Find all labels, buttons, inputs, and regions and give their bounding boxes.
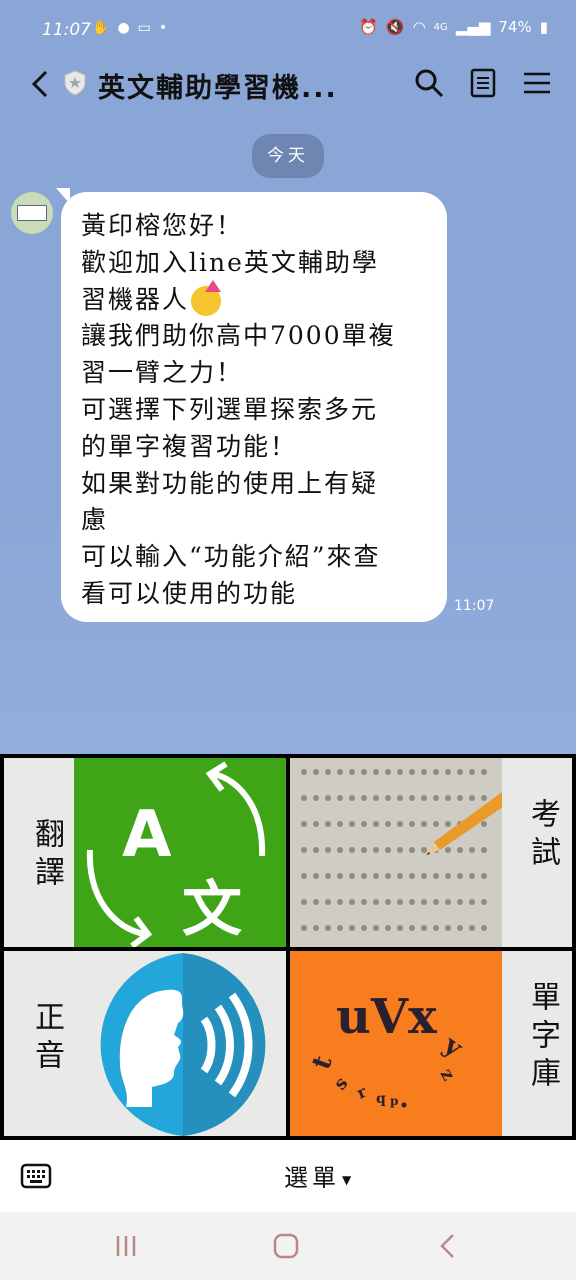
message-line: 如果對功能的使用上有疑 <box>81 468 379 498</box>
message-line: 歡迎加入line英文輔助學 <box>81 247 379 277</box>
chat-area[interactable]: 今天 黃印榕您好！ 歡迎加入line英文輔助學 習機器人 讓我們助你高中7000… <box>0 124 576 754</box>
party-face-emoji-icon <box>191 280 222 317</box>
message-bubble[interactable]: 黃印榕您好！ 歡迎加入line英文輔助學 習機器人 讓我們助你高中7000單複 … <box>61 192 447 622</box>
rich-menu: 翻譯 A 文 考試 正音 uVx y z t s r q p 單字庫 <box>0 754 576 1140</box>
tile-label: 正音 <box>29 1001 64 1077</box>
video-icon: ▭ <box>137 20 151 36</box>
tile-label: 考試 <box>525 798 560 874</box>
line-app-icon: ● <box>117 20 130 36</box>
mute-icon: 🔇 <box>385 18 405 36</box>
chevron-left-icon <box>31 70 48 98</box>
status-time: 11:07 <box>42 20 91 40</box>
battery-icon: ▮ <box>539 18 548 36</box>
menu-bar: 選單 ▼ <box>0 1140 576 1212</box>
svg-text:z: z <box>436 1065 459 1084</box>
search-icon[interactable] <box>412 66 446 100</box>
official-badge-icon <box>64 70 86 96</box>
speaking-head-icon <box>90 953 276 1136</box>
menu-toggle-button[interactable]: 選單 ▼ <box>284 1158 355 1193</box>
svg-text:y: y <box>437 1030 468 1064</box>
hamburger-menu-icon[interactable] <box>520 66 554 100</box>
chat-header: 英文輔助學習機... <box>0 44 576 124</box>
wifi-icon: ◠ <box>412 18 426 36</box>
message-line: 可選擇下列選單探索多元 <box>81 394 379 424</box>
message-line: 黃印榕您好！ <box>81 211 244 240</box>
translate-icon: A 文 <box>74 758 286 947</box>
rich-menu-vocabulary[interactable]: uVx y z t s r q p 單字庫 <box>290 951 572 1136</box>
svg-text:q: q <box>376 1091 386 1107</box>
message-line: 慮 <box>81 505 109 535</box>
message-line: 習機器人 <box>81 280 427 319</box>
system-nav-bar <box>0 1212 576 1280</box>
notification-icon: ✋ <box>92 20 110 36</box>
letter-spiral-icon: uVx y z t s r q p <box>290 951 502 1136</box>
keyboard-icon[interactable] <box>20 1160 52 1192</box>
svg-text:A: A <box>122 798 172 872</box>
answer-sheet-pencil-icon <box>290 758 510 947</box>
rich-menu-translate[interactable]: 翻譯 A 文 <box>4 758 286 947</box>
message-line: 的單字複習功能！ <box>81 431 298 461</box>
back-button[interactable] <box>22 64 58 104</box>
bot-avatar[interactable] <box>11 192 53 234</box>
tile-label: 單字庫 <box>525 981 560 1095</box>
message-time: 11:07 <box>454 598 495 614</box>
message-line: 可以輸入“功能介紹”來查 <box>81 542 381 572</box>
recent-apps-icon[interactable] <box>106 1230 146 1262</box>
rich-menu-exam[interactable]: 考試 <box>290 758 572 947</box>
status-bar: 11:07 ✋ ● ▭ • ⏰ 🔇 ◠ 4G ▂▄▆ 74% ▮ <box>0 0 576 44</box>
svg-text:t: t <box>306 1052 338 1074</box>
notes-icon[interactable] <box>466 66 500 100</box>
svg-text:s: s <box>330 1073 353 1094</box>
signal-icon: ▂▄▆ <box>455 18 491 36</box>
alarm-icon: ⏰ <box>359 18 378 36</box>
network-type: 4G <box>433 21 448 33</box>
message-line: 習一臂之力！ <box>81 358 244 388</box>
more-dot-icon: • <box>158 20 168 36</box>
caret-down-icon: ▼ <box>342 1172 356 1187</box>
svg-text:uVx: uVx <box>336 989 437 1045</box>
back-nav-icon[interactable] <box>428 1230 468 1262</box>
date-chip: 今天 <box>252 134 324 178</box>
tile-label: 翻譯 <box>29 818 64 894</box>
battery-percent: 74% <box>498 18 532 36</box>
home-icon[interactable] <box>266 1230 306 1262</box>
svg-text:文: 文 <box>182 875 242 945</box>
message-line: 讓我們助你高中7000單複 <box>81 321 396 351</box>
svg-text:r: r <box>354 1082 370 1103</box>
message-line: 看可以使用的功能 <box>81 578 298 608</box>
chat-title: 英文輔助學習機... <box>98 73 338 104</box>
svg-text:p: p <box>390 1094 398 1108</box>
rich-menu-pronunciation[interactable]: 正音 <box>4 951 286 1136</box>
